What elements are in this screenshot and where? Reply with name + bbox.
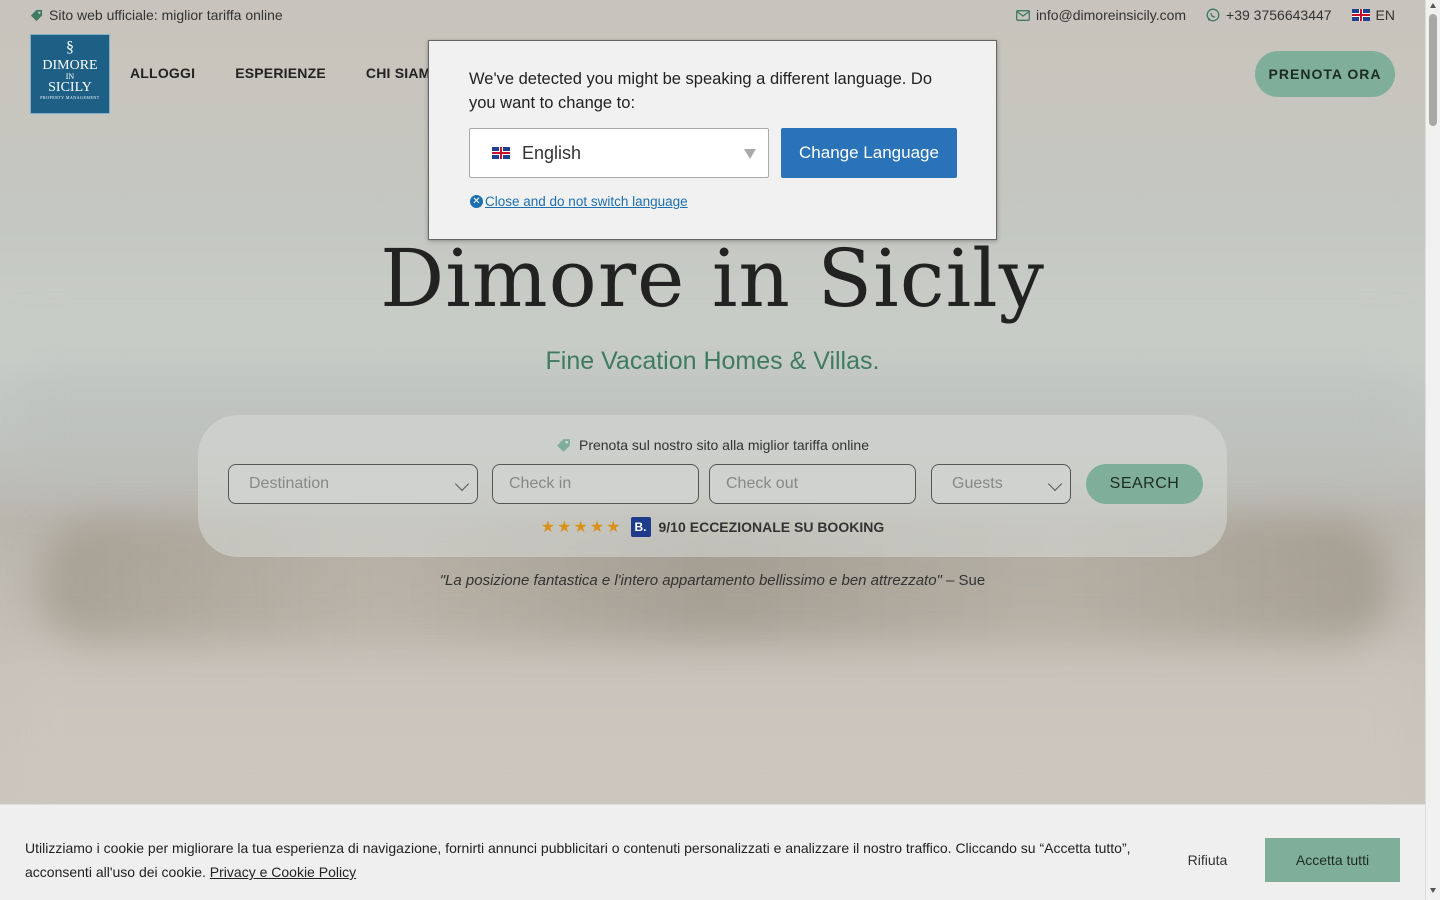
testimonial-quote: "La posizione fantastica e l'intero appa… bbox=[0, 572, 1425, 589]
site-logo[interactable]: § DIMORE IN SICILY PROPERTY MANAGEMENT bbox=[30, 34, 110, 114]
check-out-placeholder: Check out bbox=[726, 475, 799, 492]
cookie-banner: Utilizziamo i cookie per migliorare la t… bbox=[0, 804, 1425, 900]
whatsapp-icon bbox=[1206, 8, 1220, 22]
rating-score: 9/10 bbox=[658, 519, 686, 535]
close-circle-icon: ✕ bbox=[470, 195, 483, 208]
destination-placeholder: Destination bbox=[249, 475, 330, 492]
language-code: EN bbox=[1375, 7, 1395, 23]
chevron-down-icon bbox=[1047, 476, 1063, 492]
close-link-text: Close and do not switch language bbox=[485, 194, 688, 209]
official-site-notice: Sito web ufficiale: miglior tariffa onli… bbox=[30, 7, 283, 23]
language-popup: We've detected you might be speaking a d… bbox=[428, 40, 997, 240]
destination-select[interactable]: Destination bbox=[228, 464, 478, 504]
nav-item-alloggi[interactable]: ALLOGGI bbox=[130, 65, 195, 81]
check-in-input[interactable]: Check in bbox=[492, 464, 699, 504]
logo-line-4: PROPERTY MANAGEMENT bbox=[40, 95, 100, 100]
selected-language: English bbox=[522, 142, 582, 163]
accept-cookies-button[interactable]: Accetta tutti bbox=[1265, 838, 1400, 882]
hero-subtitle: Fine Vacation Homes & Villas. bbox=[545, 347, 880, 375]
cookie-text: Utilizziamo i cookie per migliorare la t… bbox=[25, 836, 1135, 884]
mail-icon bbox=[1015, 9, 1030, 21]
email-text: info@dimoreinsicily.com bbox=[1035, 7, 1187, 23]
uk-flag-icon bbox=[492, 147, 510, 159]
quote-text: "La posizione fantastica e l'intero appa… bbox=[439, 572, 942, 589]
quote-author: – Sue bbox=[941, 572, 986, 589]
page-scrollbar[interactable] bbox=[1425, 0, 1440, 900]
logo-mark-icon: § bbox=[66, 39, 74, 56]
privacy-policy-link[interactable]: Privacy e Cookie Policy bbox=[210, 864, 356, 880]
phone-text: +39 3756643447 bbox=[1226, 7, 1332, 23]
email-link[interactable]: info@dimoreinsicily.com bbox=[1015, 7, 1187, 23]
search-button[interactable]: SEARCH bbox=[1086, 464, 1203, 504]
close-language-popup-link[interactable]: ✕ Close and do not switch language bbox=[470, 194, 688, 209]
scroll-down-icon[interactable] bbox=[1430, 888, 1436, 893]
uk-flag-icon bbox=[1351, 9, 1370, 21]
tag-icon bbox=[557, 438, 570, 452]
star-icon: ★★★★★ bbox=[540, 519, 623, 536]
nav-item-esperienze[interactable]: ESPERIENZE bbox=[235, 65, 326, 81]
phone-link[interactable]: +39 3756643447 bbox=[1206, 7, 1332, 23]
book-now-button[interactable]: PRENOTA ORA bbox=[1255, 51, 1395, 97]
check-in-placeholder: Check in bbox=[509, 475, 572, 492]
reject-cookies-button[interactable]: Rifiuta bbox=[1160, 838, 1255, 882]
search-tagline: Prenota sul nostro sito alla miglior tar… bbox=[198, 437, 1227, 453]
language-switcher[interactable]: EN bbox=[1351, 7, 1395, 23]
scroll-up-icon[interactable] bbox=[1430, 3, 1436, 8]
guests-select[interactable]: Guests bbox=[931, 464, 1071, 504]
scroll-thumb[interactable] bbox=[1429, 14, 1437, 126]
cookie-message: Utilizziamo i cookie per migliorare la t… bbox=[25, 840, 1131, 880]
official-site-text: Sito web ufficiale: miglior tariffa onli… bbox=[49, 7, 283, 23]
rating-text: ECCEZIONALE SU BOOKING bbox=[689, 519, 885, 535]
tag-icon bbox=[30, 9, 43, 21]
language-popup-message: We've detected you might be speaking a d… bbox=[469, 70, 933, 112]
search-tagline-text: Prenota sul nostro sito alla miglior tar… bbox=[578, 437, 869, 453]
main-nav: ALLOGGI ESPERIENZE CHI SIAMO bbox=[130, 65, 442, 81]
booking-icon: B. bbox=[630, 517, 651, 537]
check-out-input[interactable]: Check out bbox=[709, 464, 916, 504]
dropdown-arrow-icon bbox=[744, 149, 756, 159]
logo-line-3: SICILY bbox=[48, 80, 92, 95]
logo-line-1: DIMORE bbox=[42, 58, 98, 73]
chevron-down-icon bbox=[454, 476, 470, 492]
search-panel: Prenota sul nostro sito alla miglior tar… bbox=[198, 415, 1227, 557]
language-select[interactable]: English bbox=[469, 128, 769, 178]
guests-placeholder: Guests bbox=[952, 475, 1003, 492]
hero-title: Dimore in Sicily bbox=[380, 232, 1045, 325]
booking-rating: ★★★★★ B. 9/10 ECCEZIONALE SU BOOKING bbox=[198, 517, 1227, 537]
top-bar: Sito web ufficiale: miglior tariffa onli… bbox=[0, 0, 1425, 32]
change-language-button[interactable]: Change Language bbox=[781, 128, 957, 178]
